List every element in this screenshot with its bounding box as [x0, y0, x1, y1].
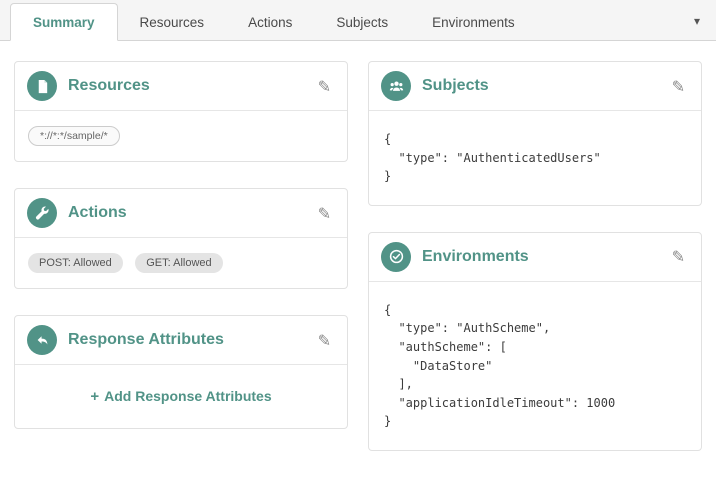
environments-json: { "type": "AuthScheme", "authScheme": [ …: [384, 302, 616, 429]
edit-actions-button[interactable]: ✎: [314, 202, 335, 225]
response-attributes-card-body: + Add Response Attributes: [15, 365, 347, 428]
subjects-card-title: Subjects: [422, 77, 489, 94]
tab-bar: Summary Resources Actions Subjects Envir…: [0, 0, 716, 41]
resources-card-title: Resources: [68, 77, 150, 94]
subjects-card-header: Subjects ✎: [369, 62, 701, 111]
environments-card-title: Environments: [422, 247, 529, 265]
summary-panel: Resources ✎ *://*:*/sample/* Actions ✎ P…: [0, 41, 716, 491]
add-response-attributes-label: Add Response Attributes: [104, 388, 272, 404]
response-attributes-card: Response Attributes ✎ + Add Response Attr…: [14, 315, 348, 429]
tab-subjects[interactable]: Subjects: [314, 4, 410, 40]
tabs-dropdown-caret-icon[interactable]: ▾: [682, 14, 716, 40]
resources-card-body: *://*:*/sample/*: [15, 111, 347, 161]
response-attributes-card-header: Response Attributes ✎: [15, 316, 347, 365]
edit-response-attributes-button[interactable]: ✎: [314, 329, 335, 352]
tab-actions[interactable]: Actions: [226, 4, 314, 40]
check-circle-icon: [381, 241, 411, 272]
environments-card-body: { "type": "AuthScheme", "authScheme": [ …: [369, 282, 701, 450]
resource-pattern-badge: *://*:*/sample/*: [28, 126, 120, 146]
users-icon: [381, 71, 411, 101]
wrench-icon: [27, 198, 57, 228]
tab-resources[interactable]: Resources: [118, 4, 227, 40]
right-column: Subjects ✎ { "type": "AuthenticatedUsers…: [368, 61, 702, 477]
edit-environments-button[interactable]: ✎: [668, 245, 689, 268]
actions-card-body: POST: Allowed GET: Allowed: [15, 238, 347, 288]
environments-card: Environments ✎ { "type": "AuthScheme", "…: [368, 231, 702, 451]
edit-resources-button[interactable]: ✎: [314, 75, 335, 98]
environments-card-header: Environments ✎: [369, 233, 701, 282]
subjects-card-body: { "type": "AuthenticatedUsers" }: [369, 111, 701, 205]
actions-card-header: Actions ✎: [15, 189, 347, 238]
add-response-attributes-button[interactable]: + Add Response Attributes: [28, 380, 334, 413]
tab-environments[interactable]: Environments: [410, 4, 537, 40]
actions-card-title: Actions: [68, 204, 127, 221]
actions-card: Actions ✎ POST: Allowed GET: Allowed: [14, 188, 348, 289]
left-column: Resources ✎ *://*:*/sample/* Actions ✎ P…: [14, 61, 348, 477]
tab-summary[interactable]: Summary: [10, 3, 118, 41]
subjects-card: Subjects ✎ { "type": "AuthenticatedUsers…: [368, 61, 702, 206]
reply-arrow-icon: [27, 325, 57, 355]
edit-subjects-button[interactable]: ✎: [668, 75, 689, 98]
file-icon: [27, 71, 57, 101]
plus-icon: +: [90, 388, 100, 405]
action-badge-get: GET: Allowed: [135, 253, 223, 273]
response-attributes-card-title: Response Attributes: [68, 331, 224, 348]
resources-card: Resources ✎ *://*:*/sample/*: [14, 61, 348, 162]
subjects-json: { "type": "AuthenticatedUsers" }: [384, 132, 601, 184]
resources-card-header: Resources ✎: [15, 62, 347, 111]
action-badge-post: POST: Allowed: [28, 253, 123, 273]
